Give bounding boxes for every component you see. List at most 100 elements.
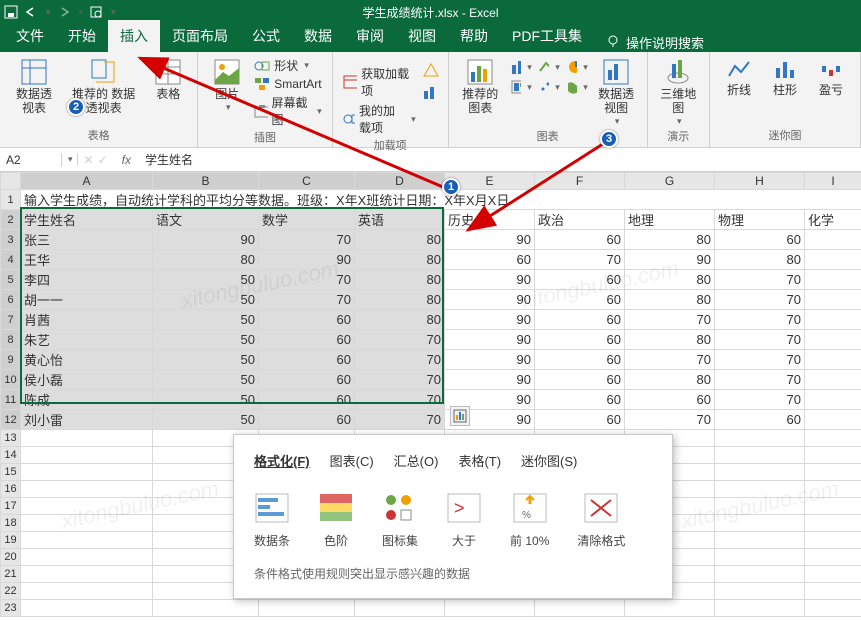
cell[interactable]: [805, 600, 861, 617]
col-C[interactable]: C: [259, 173, 355, 190]
row-header[interactable]: 8: [1, 330, 21, 350]
cell[interactable]: 80: [153, 250, 259, 270]
row-header[interactable]: 16: [1, 481, 21, 498]
cell[interactable]: 90: [445, 270, 535, 290]
cell[interactable]: 70: [625, 350, 715, 370]
cell[interactable]: [805, 410, 861, 430]
cell[interactable]: 60: [259, 370, 355, 390]
cell[interactable]: 50: [153, 350, 259, 370]
cell[interactable]: [805, 250, 861, 270]
cell[interactable]: 90: [259, 250, 355, 270]
cell[interactable]: 70: [715, 270, 805, 290]
cell[interactable]: [21, 430, 153, 447]
qa-colorscale-button[interactable]: 色阶: [318, 490, 354, 549]
cell[interactable]: 物理: [715, 210, 805, 230]
row-header[interactable]: 12: [1, 410, 21, 430]
cell[interactable]: 陈成: [21, 390, 153, 410]
sparkline-column-button[interactable]: 柱形: [764, 56, 806, 100]
cell[interactable]: 数学: [259, 210, 355, 230]
row-header[interactable]: 14: [1, 447, 21, 464]
pie-chart-icon[interactable]: ▾: [564, 58, 590, 76]
cell[interactable]: 60: [535, 230, 625, 250]
qa-tab-totals[interactable]: 汇总(O): [394, 451, 439, 470]
cell[interactable]: [715, 566, 805, 583]
qa-top10-button[interactable]: %前 10%: [510, 490, 549, 549]
name-box[interactable]: A2: [0, 153, 62, 167]
cell[interactable]: 60: [259, 410, 355, 430]
cell[interactable]: [21, 549, 153, 566]
cell[interactable]: 刘小雷: [21, 410, 153, 430]
qa-clear-button[interactable]: 清除格式: [577, 490, 625, 549]
table-row[interactable]: 11陈成50607090606070: [1, 390, 861, 410]
sparkline-winloss-button[interactable]: 盈亏: [810, 56, 852, 100]
cell[interactable]: 政治: [535, 210, 625, 230]
cell[interactable]: 50: [153, 410, 259, 430]
table-row[interactable]: 9黄心怡50607090607070: [1, 350, 861, 370]
cell[interactable]: 60: [259, 310, 355, 330]
cell[interactable]: 输入学生成绩，自动统计学科的平均分等数据。班级：X年X班统计日期：X年X月X日: [21, 190, 861, 210]
row-header[interactable]: 3: [1, 230, 21, 250]
col-I[interactable]: I: [805, 173, 861, 190]
cell[interactable]: [715, 532, 805, 549]
tab-view[interactable]: 视图: [396, 20, 448, 52]
tab-data[interactable]: 数据: [292, 20, 344, 52]
cell[interactable]: 历史: [445, 210, 535, 230]
cell[interactable]: [805, 481, 861, 498]
tab-review[interactable]: 审阅: [344, 20, 396, 52]
table-row[interactable]: 12刘小雷50607090607060: [1, 410, 861, 430]
cell[interactable]: [21, 515, 153, 532]
pivot-chart-button[interactable]: 数据透视图▾: [594, 56, 639, 128]
cell[interactable]: 60: [535, 330, 625, 350]
cell[interactable]: 70: [715, 350, 805, 370]
cell[interactable]: 70: [355, 390, 445, 410]
cell[interactable]: [259, 600, 355, 617]
cell[interactable]: 80: [625, 230, 715, 250]
cell[interactable]: 90: [445, 330, 535, 350]
column-chart-icon[interactable]: ▾: [508, 58, 534, 76]
cell[interactable]: [715, 515, 805, 532]
table-row[interactable]: 2学生姓名语文数学英语历史政治地理物理化学: [1, 210, 861, 230]
smartart-button[interactable]: SmartArt: [252, 76, 323, 92]
redo-icon[interactable]: [57, 5, 71, 19]
cancel-formula-icon[interactable]: ✕: [84, 153, 94, 167]
cell[interactable]: [625, 600, 715, 617]
cell[interactable]: 70: [355, 330, 445, 350]
cell[interactable]: 90: [445, 370, 535, 390]
qa-tab-formatting[interactable]: 格式化(F): [254, 451, 310, 470]
cell[interactable]: 60: [535, 370, 625, 390]
row-header[interactable]: 1: [1, 190, 21, 210]
qat-customize-icon[interactable]: ▾: [111, 7, 116, 18]
row-header[interactable]: 11: [1, 390, 21, 410]
table-row[interactable]: 6胡一一50708090608070: [1, 290, 861, 310]
row-header[interactable]: 23: [1, 600, 21, 617]
table-row[interactable]: 4王华80908060709080: [1, 250, 861, 270]
cell[interactable]: [805, 370, 861, 390]
cell[interactable]: 英语: [355, 210, 445, 230]
cell[interactable]: [715, 430, 805, 447]
cell[interactable]: 50: [153, 290, 259, 310]
save-icon[interactable]: [4, 5, 18, 19]
table-button[interactable]: 表格: [147, 56, 189, 104]
my-addins-button[interactable]: 我的加载项▾: [341, 101, 418, 137]
quick-analysis-button[interactable]: [450, 406, 470, 426]
row-header[interactable]: 5: [1, 270, 21, 290]
cell[interactable]: 李四: [21, 270, 153, 290]
cell[interactable]: 50: [153, 390, 259, 410]
tab-home[interactable]: 开始: [56, 20, 108, 52]
cell[interactable]: 80: [625, 330, 715, 350]
qa-tab-tables[interactable]: 表格(T): [458, 451, 501, 470]
people-graph-icon[interactable]: [422, 85, 440, 104]
cell[interactable]: 70: [535, 250, 625, 270]
tab-formulas[interactable]: 公式: [240, 20, 292, 52]
row-header[interactable]: 22: [1, 583, 21, 600]
cell[interactable]: [805, 430, 861, 447]
select-all-corner[interactable]: [1, 173, 21, 190]
cell[interactable]: 朱艺: [21, 330, 153, 350]
enter-formula-icon[interactable]: ✓: [98, 153, 108, 167]
cell[interactable]: 90: [445, 310, 535, 330]
col-A[interactable]: A: [21, 173, 153, 190]
cell[interactable]: [805, 566, 861, 583]
cell[interactable]: [715, 600, 805, 617]
cell[interactable]: 学生姓名: [21, 210, 153, 230]
print-preview-icon[interactable]: [89, 5, 103, 19]
